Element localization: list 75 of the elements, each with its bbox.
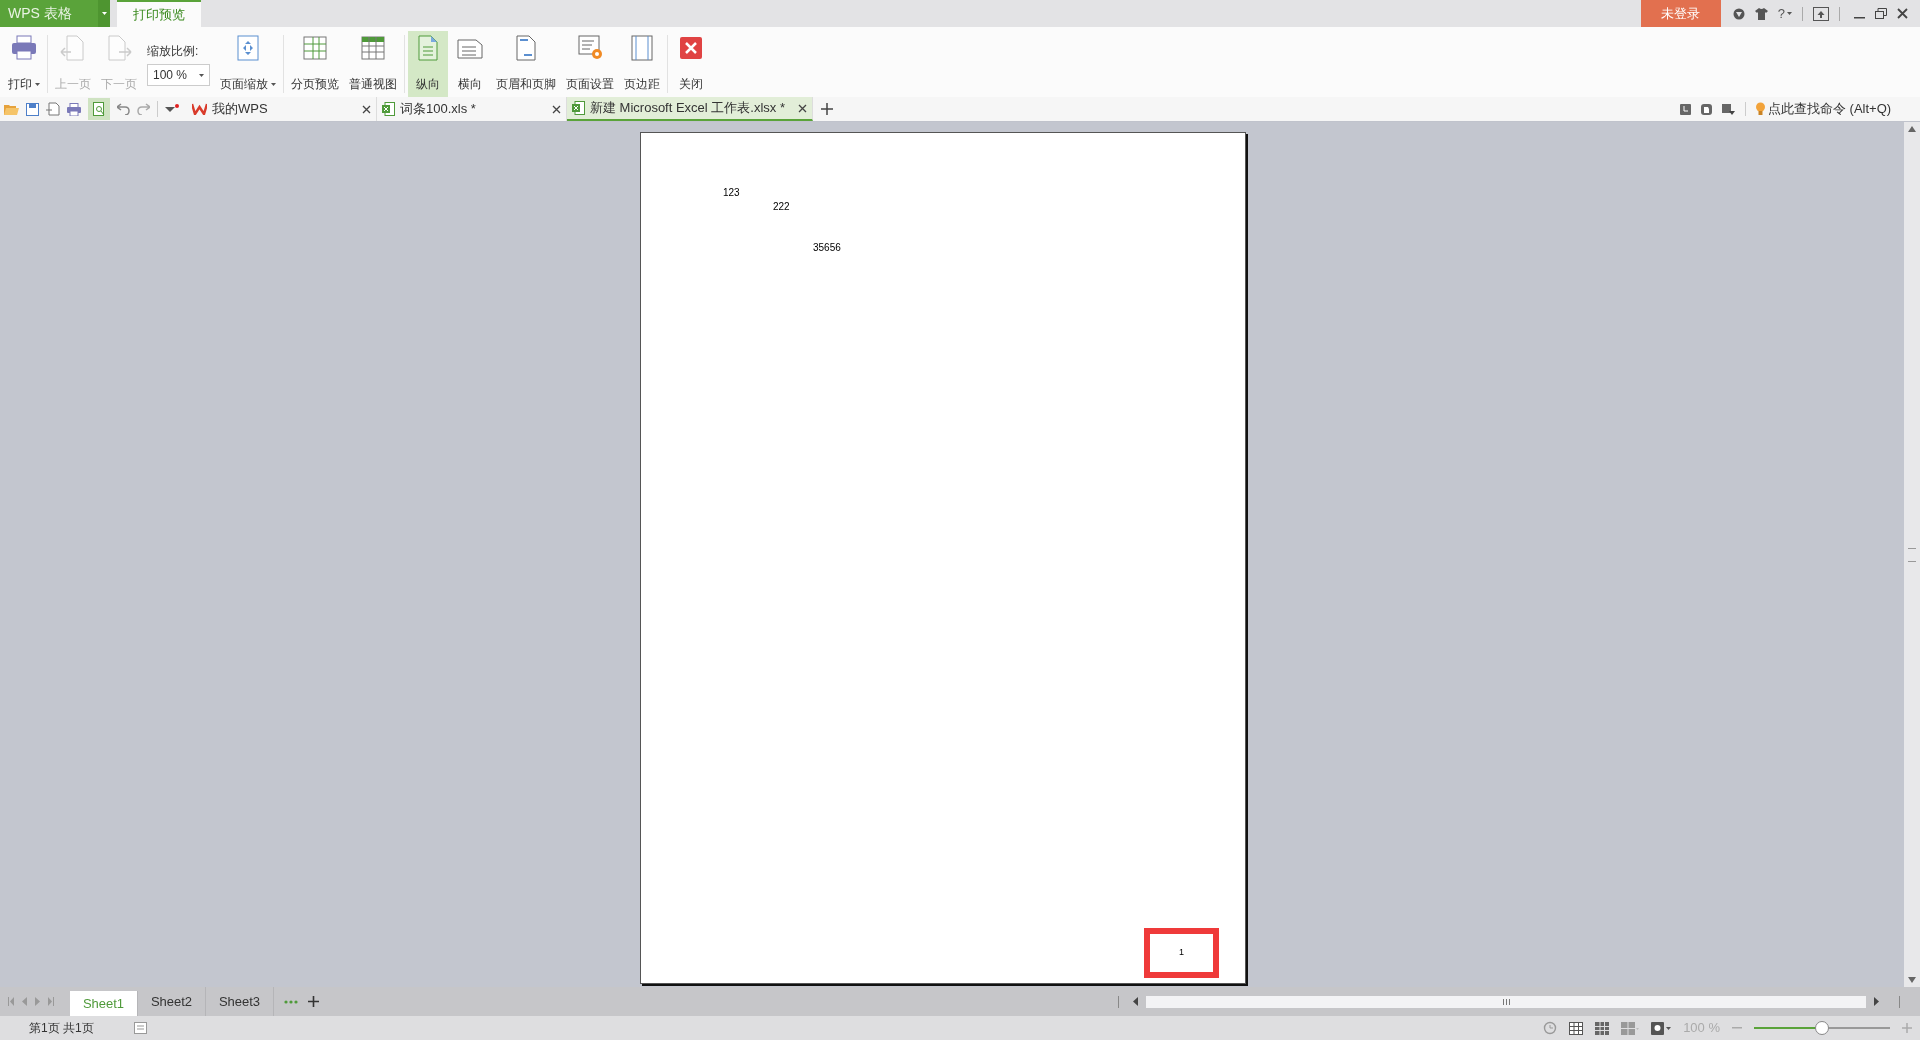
sheet-list-icon[interactable] — [133, 1022, 147, 1034]
tile-dropdown-icon[interactable] — [1722, 103, 1735, 115]
page-margins-icon — [628, 34, 656, 62]
document-tab[interactable]: 新建 Microsoft Excel 工作表.xlsx * — [567, 97, 813, 121]
print-icon[interactable] — [67, 102, 81, 116]
page-fit-icon — [234, 34, 262, 62]
command-search-field[interactable]: 点此查找命令 (Alt+Q) — [1756, 99, 1908, 119]
preview-icon — [92, 102, 106, 116]
help-button[interactable]: ? — [1777, 3, 1792, 24]
close-icon[interactable] — [1897, 8, 1908, 19]
close-icon[interactable] — [362, 104, 371, 114]
scroll-left-icon[interactable] — [1133, 997, 1138, 1006]
close-icon[interactable] — [552, 104, 561, 114]
document-tab[interactable]: 词条100.xls * — [377, 97, 567, 121]
grip-icon — [1502, 998, 1510, 1005]
document-tab[interactable]: 我的WPS — [187, 97, 377, 121]
close-icon[interactable] — [798, 103, 807, 113]
close-button[interactable]: 关闭 — [671, 31, 711, 97]
grid-page-button[interactable]: 分页预览 — [287, 31, 343, 97]
sheet-tab[interactable]: Sheet1 — [70, 991, 138, 1016]
page-gear-icon — [576, 34, 604, 62]
add-sheet-icon[interactable] — [308, 996, 319, 1007]
normal-view-icon[interactable] — [1569, 1021, 1584, 1035]
restore-icon[interactable] — [1875, 8, 1887, 19]
scroll-thumb[interactable] — [1908, 547, 1916, 562]
dropdown-dot-icon[interactable] — [165, 104, 179, 114]
page-break-view-icon[interactable] — [1595, 1021, 1610, 1035]
caret-icon — [271, 82, 276, 86]
page-previous-icon — [59, 34, 87, 62]
scroll-up-icon[interactable] — [1908, 126, 1916, 132]
page-info: 第1页 共1页 — [29, 1020, 94, 1037]
caret-icon — [35, 82, 40, 86]
print-preview-button[interactable] — [88, 98, 110, 120]
grid-sheet-icon — [359, 34, 387, 62]
spreadsheet-icon — [382, 102, 395, 116]
page-number: 1 — [1179, 946, 1184, 960]
scroll-right-icon[interactable] — [1874, 997, 1879, 1006]
page-fit-button[interactable]: 页面缩放 — [216, 31, 280, 97]
scroll-down-icon[interactable] — [1908, 977, 1916, 983]
cell-value: 123 — [723, 186, 740, 200]
add-tab-icon[interactable] — [821, 103, 833, 115]
portrait-page-button[interactable]: 纵向 — [408, 31, 448, 97]
spreadsheet-icon — [572, 101, 585, 115]
tab-title: 新建 Microsoft Excel 工作表.xlsx * — [590, 99, 787, 118]
caret-icon — [101, 12, 107, 15]
header-footer-button[interactable]: 页眉和页脚 — [492, 31, 560, 97]
tab-title: 我的WPS — [212, 100, 269, 119]
upload-icon[interactable] — [1813, 6, 1829, 21]
undo-icon[interactable] — [117, 103, 130, 115]
lightbulb-icon — [1756, 102, 1765, 116]
zoom-slider[interactable] — [1754, 1021, 1890, 1035]
caret-icon — [1787, 12, 1792, 15]
landscape-page-button[interactable]: 横向 — [450, 31, 490, 97]
printer-button[interactable]: 打印 — [4, 31, 44, 97]
cell-value: 222 — [773, 200, 790, 214]
grid-sheet-button[interactable]: 普通视图 — [345, 31, 401, 97]
ribbon-tab[interactable]: 打印预览 — [117, 0, 201, 27]
page-gear-button[interactable]: 页面设置 — [562, 31, 618, 97]
tab-title: 词条100.xls * — [400, 100, 477, 119]
page-margins-button[interactable]: 页边距 — [620, 31, 664, 97]
document-tile-icon[interactable] — [1701, 103, 1712, 115]
slider-thumb[interactable] — [1815, 1021, 1829, 1035]
clock-tile-icon[interactable] — [1680, 103, 1691, 115]
w-logo-icon — [192, 103, 207, 115]
zoom-dropdown[interactable]: 100 % — [147, 64, 210, 86]
printer-icon — [10, 34, 38, 62]
caret-icon — [199, 73, 204, 77]
grid-page-icon — [301, 34, 329, 62]
save-icon[interactable] — [26, 102, 39, 116]
zoom-label: 缩放比例: — [147, 43, 200, 60]
horizontal-scrollbar[interactable] — [1146, 995, 1866, 1008]
shirt-icon[interactable] — [1754, 7, 1768, 20]
close-icon — [677, 34, 705, 62]
cell-value: 35656 — [813, 241, 841, 255]
page-next-icon — [105, 34, 133, 62]
